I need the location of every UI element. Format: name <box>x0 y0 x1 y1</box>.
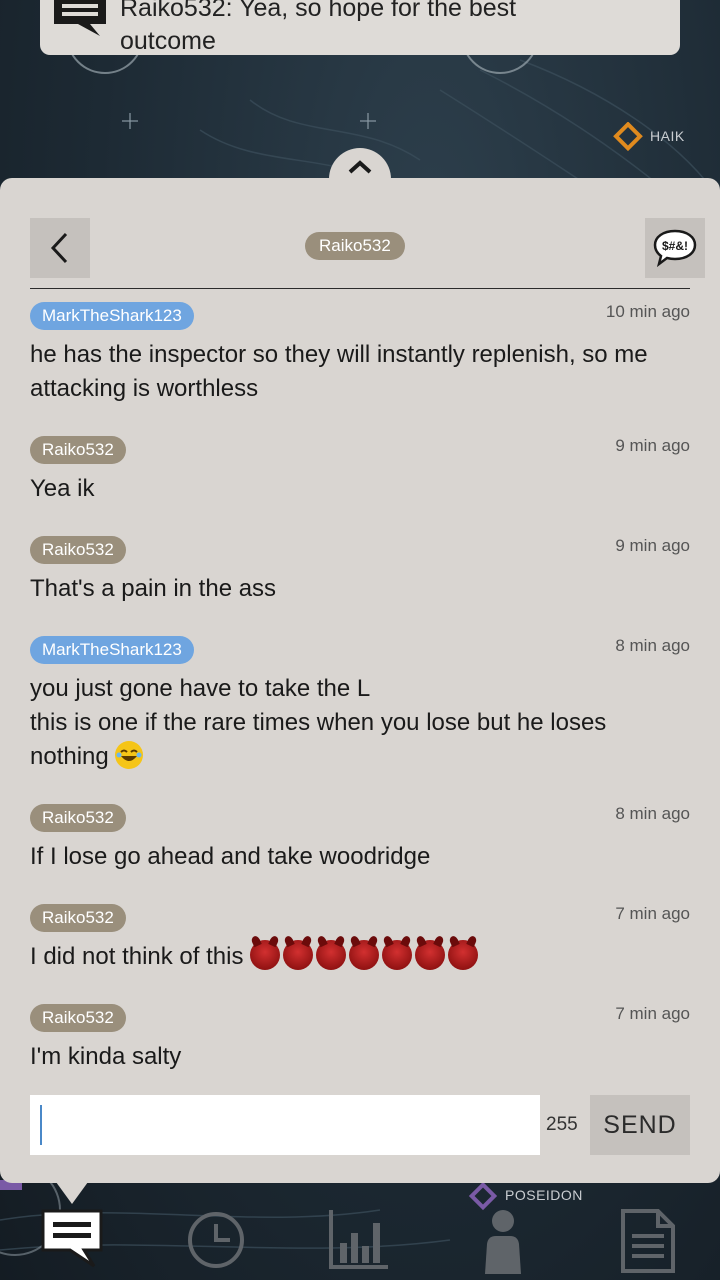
message-timestamp: 8 min ago <box>615 804 690 823</box>
profanity-filter-icon: $#&! <box>653 229 697 268</box>
demon-emoji-icon <box>382 940 413 970</box>
laughing-emoji-icon <box>115 741 144 769</box>
active-tab-pointer <box>56 1182 88 1204</box>
document-icon[interactable] <box>620 1208 676 1274</box>
chat-message: Raiko532 8 min ago If I lose go ahead an… <box>30 804 690 874</box>
back-button[interactable] <box>30 218 90 278</box>
clock-icon[interactable] <box>186 1210 246 1270</box>
message-text: I did not think of this <box>30 940 690 974</box>
demon-emoji-icon <box>283 940 314 970</box>
profanity-filter-button[interactable]: $#&! <box>645 218 705 278</box>
demon-emoji-icon <box>415 940 446 970</box>
chat-message: Raiko532 9 min ago Yea ik <box>30 436 690 506</box>
send-button[interactable]: SEND <box>590 1095 690 1155</box>
poseidon-diamond-icon[interactable] <box>468 1181 498 1211</box>
chat-message: Raiko532 9 min ago That's a pain in the … <box>30 536 690 606</box>
conversation-title: Raiko532 <box>305 232 405 260</box>
author-chip[interactable]: Raiko532 <box>30 904 126 932</box>
demon-emoji-icon <box>448 940 479 970</box>
chat-message: MarkTheShark123 8 min ago you just gone … <box>30 636 690 774</box>
chat-bubble-icon <box>54 0 106 36</box>
message-input[interactable] <box>30 1095 540 1155</box>
message-text: I'm kinda salty <box>30 1043 182 1070</box>
demon-emoji-icon <box>316 940 347 970</box>
message-text: Yea ik <box>30 475 95 502</box>
chat-message: Raiko532 7 min ago I'm kinda salty <box>30 1004 690 1074</box>
message-text: That's a pain in the ass <box>30 575 277 602</box>
chat-icon[interactable] <box>40 1208 104 1270</box>
message-line: I did not think of this <box>30 943 244 970</box>
message-text: you just gone have to take the L this is… <box>30 672 690 774</box>
message-timestamp: 10 min ago <box>605 302 690 321</box>
haik-diamond-icon[interactable] <box>613 122 643 152</box>
demon-emoji-icon <box>349 940 380 970</box>
demon-emoji-row <box>250 940 481 970</box>
back-arrow-icon <box>50 232 68 264</box>
stats-icon[interactable] <box>328 1208 390 1270</box>
profile-icon[interactable] <box>478 1208 528 1274</box>
chat-message: Raiko532 7 min ago I did not think of th… <box>30 904 690 974</box>
author-chip[interactable]: Raiko532 <box>30 436 126 464</box>
message-timestamp: 7 min ago <box>615 1004 690 1023</box>
message-timestamp: 9 min ago <box>615 436 690 455</box>
text-caret <box>40 1105 42 1145</box>
remaining-characters: 255 <box>546 1114 578 1135</box>
map-label-poseidon[interactable]: POSEIDON <box>505 1187 583 1203</box>
profanity-filter-label: $#&! <box>662 239 688 253</box>
message-line: you just gone have to take the L <box>30 675 371 702</box>
notification-text-first-line: Raiko532: Yea, so hope for the best <box>120 0 517 22</box>
chat-message: MarkTheShark123 10 min ago he has the in… <box>30 302 690 406</box>
message-notification-toast[interactable]: Raiko532: Yea, so hope for the best outc… <box>40 0 680 55</box>
notification-text: Raiko532: Yea, so hope for the best outc… <box>120 0 660 58</box>
demon-emoji-icon <box>250 940 281 970</box>
chat-panel: Raiko532 $#&! MarkTheShark123 10 min ago… <box>0 178 720 1183</box>
author-chip[interactable]: MarkTheShark123 <box>30 636 194 664</box>
header-divider <box>30 288 690 289</box>
author-chip[interactable]: Raiko532 <box>30 1004 126 1032</box>
message-text: If I lose go ahead and take woodridge <box>30 843 431 870</box>
author-chip[interactable]: MarkTheShark123 <box>30 302 194 330</box>
map-label-haik[interactable]: HAIK <box>650 128 685 144</box>
message-text: he has the inspector so they will instan… <box>30 341 648 402</box>
message-timestamp: 8 min ago <box>615 636 690 655</box>
author-chip[interactable]: Raiko532 <box>30 804 126 832</box>
message-timestamp: 9 min ago <box>615 536 690 555</box>
message-timestamp: 7 min ago <box>615 904 690 923</box>
notification-text-last-line: outcome <box>120 27 216 55</box>
author-chip[interactable]: Raiko532 <box>30 536 126 564</box>
